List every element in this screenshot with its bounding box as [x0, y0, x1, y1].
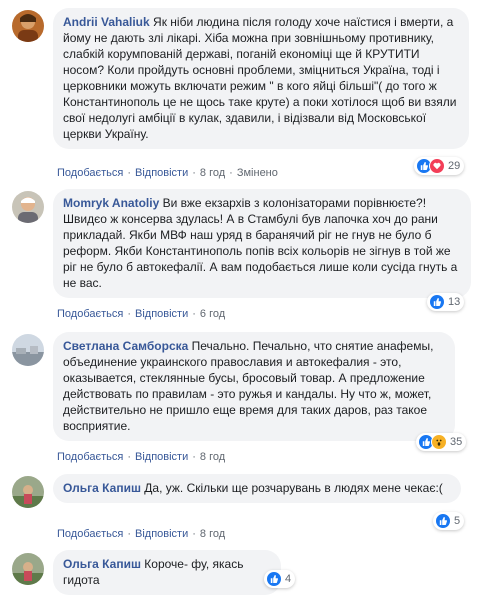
reply-link[interactable]: Відповісти	[135, 451, 188, 463]
comment-text: Печально. Печально, что снятие анафемы, …	[63, 339, 434, 433]
comment-author[interactable]: Momryk Anatoliy	[63, 196, 159, 210]
like-link[interactable]: Подобається	[57, 528, 123, 540]
comment-bubble: Ольга Капиш Да, уж. Скільки ще розчарува…	[53, 474, 461, 503]
reactions-summary[interactable]: 35	[416, 433, 467, 451]
love-icon	[429, 158, 445, 174]
comment-text: Як ніби людина після голоду хоче наїстис…	[63, 15, 457, 141]
comment-actions: Подобається · Відповісти · 8 год · Змінено	[57, 167, 278, 179]
comment-text: Ви вже екзархів з колонізаторами порівню…	[63, 196, 458, 290]
reaction-count: 5	[454, 515, 461, 527]
comment-actions: Подобається · Відповісти · 8 год	[57, 528, 226, 540]
avatar[interactable]	[12, 191, 44, 223]
wow-icon	[431, 434, 447, 450]
comment-bubble: Momryk Anatoliy Ви вже екзархів з колоні…	[53, 189, 471, 298]
like-icon	[429, 294, 445, 310]
like-link[interactable]: Подобається	[57, 308, 123, 320]
reply-link[interactable]: Відповісти	[135, 528, 188, 540]
avatar[interactable]	[12, 476, 44, 508]
comment-bubble: Andrii Vahaliuk Як ніби людина після гол…	[53, 8, 469, 149]
comment-author[interactable]: Светлана Самборска	[63, 339, 188, 353]
comment-text: Да, уж. Скільки ще розчарувань в людях м…	[144, 481, 443, 495]
avatar[interactable]	[12, 334, 44, 366]
comment-time[interactable]: 8 год	[200, 528, 225, 540]
reaction-count: 29	[448, 160, 461, 172]
comment-actions: Подобається · Відповісти · 6 год	[57, 308, 226, 320]
comment-author[interactable]: Ольга Капиш	[63, 481, 141, 495]
like-icon	[266, 571, 282, 587]
reply-link[interactable]: Відповісти	[135, 167, 188, 179]
reactions-summary[interactable]: 13	[427, 293, 465, 311]
like-link[interactable]: Подобається	[57, 451, 123, 463]
reply-link[interactable]: Відповісти	[135, 308, 188, 320]
reactions-summary[interactable]: 29	[414, 157, 465, 175]
reactions-summary[interactable]: 4	[264, 570, 296, 588]
comment-bubble: Светлана Самборска Печально. Печально, ч…	[53, 332, 455, 441]
reaction-count: 13	[448, 296, 461, 308]
edited-label[interactable]: Змінено	[237, 167, 278, 179]
like-link[interactable]: Подобається	[57, 167, 123, 179]
avatar[interactable]	[12, 553, 44, 585]
comment-time[interactable]: 8 год	[200, 451, 225, 463]
reaction-count: 4	[285, 573, 292, 585]
reaction-count: 35	[450, 436, 463, 448]
reactions-summary[interactable]: 5	[433, 512, 465, 530]
comment-time[interactable]: 6 год	[200, 308, 225, 320]
avatar[interactable]	[12, 10, 44, 42]
comment-bubble: Ольга Капиш Короче- фу, якась гидота	[53, 550, 281, 595]
comment-author[interactable]: Andrii Vahaliuk	[63, 15, 150, 29]
comment-author[interactable]: Ольга Капиш	[63, 557, 141, 571]
comment-time[interactable]: 8 год	[200, 167, 225, 179]
like-icon	[435, 513, 451, 529]
comment-actions: Подобається · Відповісти · 8 год	[57, 451, 226, 463]
